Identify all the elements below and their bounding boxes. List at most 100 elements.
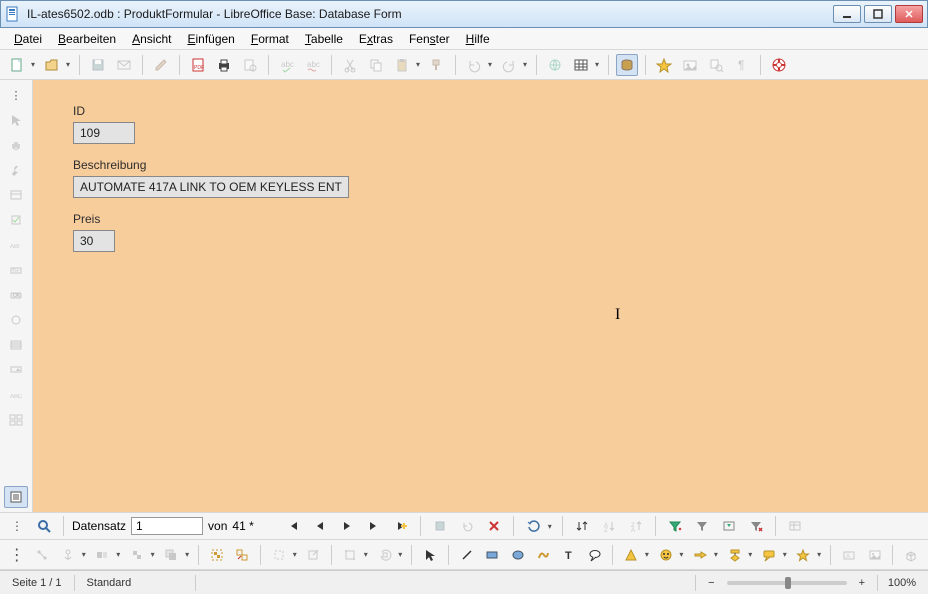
id-input[interactable] — [73, 122, 135, 144]
position-size-icon[interactable] — [339, 544, 361, 566]
autofilter-icon[interactable] — [664, 515, 686, 537]
menu-ansicht[interactable]: Ansicht — [124, 30, 179, 48]
exit-group-icon[interactable] — [303, 544, 325, 566]
line-icon[interactable] — [456, 544, 478, 566]
redo-icon[interactable] — [498, 54, 520, 76]
new-doc-icon[interactable] — [6, 54, 28, 76]
undo-record-icon[interactable] — [456, 515, 478, 537]
zoom-slider[interactable] — [727, 581, 847, 585]
rectangle-tool-icon[interactable] — [481, 544, 503, 566]
table-dropdown[interactable]: ▾ — [593, 60, 601, 69]
menu-tabelle[interactable]: Tabelle — [297, 30, 351, 48]
callout-icon[interactable] — [584, 544, 606, 566]
new-record-icon[interactable] — [390, 515, 412, 537]
sort-asc-icon[interactable]: AZ — [598, 515, 620, 537]
refresh-dropdown[interactable]: ▾ — [546, 522, 554, 531]
filter-apply-icon[interactable] — [691, 515, 713, 537]
listbox-icon[interactable] — [4, 334, 28, 356]
maximize-button[interactable] — [864, 5, 892, 23]
paste-icon[interactable] — [391, 54, 413, 76]
print-icon[interactable] — [213, 54, 235, 76]
hyperlink-icon[interactable] — [544, 54, 566, 76]
preis-input[interactable] — [73, 230, 115, 252]
format-paint-icon[interactable] — [426, 54, 448, 76]
rotate-icon[interactable] — [374, 544, 396, 566]
star-shapes-dropdown[interactable]: ▾ — [815, 550, 823, 559]
flowchart-dropdown[interactable]: ▾ — [746, 550, 754, 559]
filter-form-icon[interactable] — [718, 515, 740, 537]
form-props-icon[interactable] — [4, 184, 28, 206]
text-icon[interactable]: T — [558, 544, 580, 566]
table-icon[interactable] — [570, 54, 592, 76]
star-shapes-icon[interactable] — [793, 544, 815, 566]
autospell-icon[interactable]: abc — [302, 54, 324, 76]
extrusion-icon[interactable] — [900, 544, 922, 566]
glue-icon[interactable] — [32, 544, 54, 566]
menu-format[interactable]: Format — [243, 30, 297, 48]
menu-bearbeiten[interactable]: Bearbeiten — [50, 30, 124, 48]
help-icon[interactable] — [768, 54, 790, 76]
label-icon[interactable]: ABI — [4, 234, 28, 256]
paste-dropdown[interactable]: ▾ — [414, 60, 422, 69]
edit-group-dropdown[interactable]: ▾ — [291, 550, 299, 559]
sort-desc-icon[interactable]: ZA — [625, 515, 647, 537]
freeform-icon[interactable] — [533, 544, 555, 566]
dots-icon[interactable]: ⋮ — [4, 84, 28, 106]
form-navigator-icon[interactable] — [4, 486, 28, 508]
menu-hilfe[interactable]: Hilfe — [458, 30, 498, 48]
anchor-dropdown[interactable]: ▾ — [80, 550, 88, 559]
save-icon[interactable] — [87, 54, 109, 76]
edit-icon[interactable] — [150, 54, 172, 76]
checkbox-icon[interactable] — [4, 209, 28, 231]
basic-shapes-dropdown[interactable]: ▾ — [643, 550, 651, 559]
select-arrow-icon[interactable] — [4, 109, 28, 131]
callout-shapes-dropdown[interactable]: ▾ — [781, 550, 789, 559]
record-number-input[interactable] — [131, 517, 203, 535]
callout-shapes-icon[interactable] — [758, 544, 780, 566]
email-icon[interactable] — [113, 54, 135, 76]
open-dropdown[interactable]: ▾ — [64, 60, 72, 69]
last-record-icon[interactable] — [363, 515, 385, 537]
spellcheck-icon[interactable]: abc — [276, 54, 298, 76]
datasource-icon[interactable] — [616, 54, 638, 76]
align-dropdown[interactable]: ▾ — [149, 550, 157, 559]
pdf-export-icon[interactable]: PDF — [187, 54, 209, 76]
datasource-as-table-icon[interactable] — [784, 515, 806, 537]
undo-dropdown[interactable]: ▾ — [486, 60, 494, 69]
align-icon[interactable] — [126, 544, 148, 566]
flowchart-icon[interactable] — [724, 544, 746, 566]
basic-shapes-icon[interactable] — [620, 544, 642, 566]
wrap-dropdown[interactable]: ▾ — [114, 550, 122, 559]
minimize-button[interactable] — [833, 5, 861, 23]
anchor-icon[interactable] — [57, 544, 79, 566]
fontwork-icon[interactable]: A — [838, 544, 860, 566]
select-tool-icon[interactable] — [419, 544, 441, 566]
circle-icon[interactable] — [4, 309, 28, 331]
more-controls-icon[interactable] — [4, 409, 28, 431]
form-canvas[interactable]: ID Beschreibung Preis I — [33, 80, 928, 512]
delete-record-icon[interactable] — [483, 515, 505, 537]
ellipse-icon[interactable] — [507, 544, 529, 566]
dots-icon[interactable]: ⋮ — [6, 515, 28, 537]
nonprinting-icon[interactable]: ¶ — [731, 54, 753, 76]
arrow-shapes-dropdown[interactable]: ▾ — [712, 550, 720, 559]
close-button[interactable] — [895, 5, 923, 23]
textfield-icon[interactable]: %F — [4, 259, 28, 281]
zoom-icon[interactable] — [705, 54, 727, 76]
zoom-value[interactable]: 100% — [878, 571, 928, 594]
grab-icon[interactable] — [4, 134, 28, 156]
gallery-icon[interactable] — [679, 54, 701, 76]
beschreibung-input[interactable] — [73, 176, 349, 198]
copy-icon[interactable] — [365, 54, 387, 76]
first-record-icon[interactable] — [282, 515, 304, 537]
refresh-icon[interactable] — [522, 515, 544, 537]
rotate-dropdown[interactable]: ▾ — [396, 550, 404, 559]
new-doc-dropdown[interactable]: ▾ — [29, 60, 37, 69]
symbol-shapes-dropdown[interactable]: ▾ — [677, 550, 685, 559]
ungroup-icon[interactable] — [232, 544, 254, 566]
menu-datei[interactable]: Datei — [6, 30, 50, 48]
wrap-icon[interactable] — [92, 544, 114, 566]
cut-icon[interactable] — [339, 54, 361, 76]
zoom-in-icon[interactable]: + — [847, 571, 877, 594]
position-dropdown[interactable]: ▾ — [362, 550, 370, 559]
